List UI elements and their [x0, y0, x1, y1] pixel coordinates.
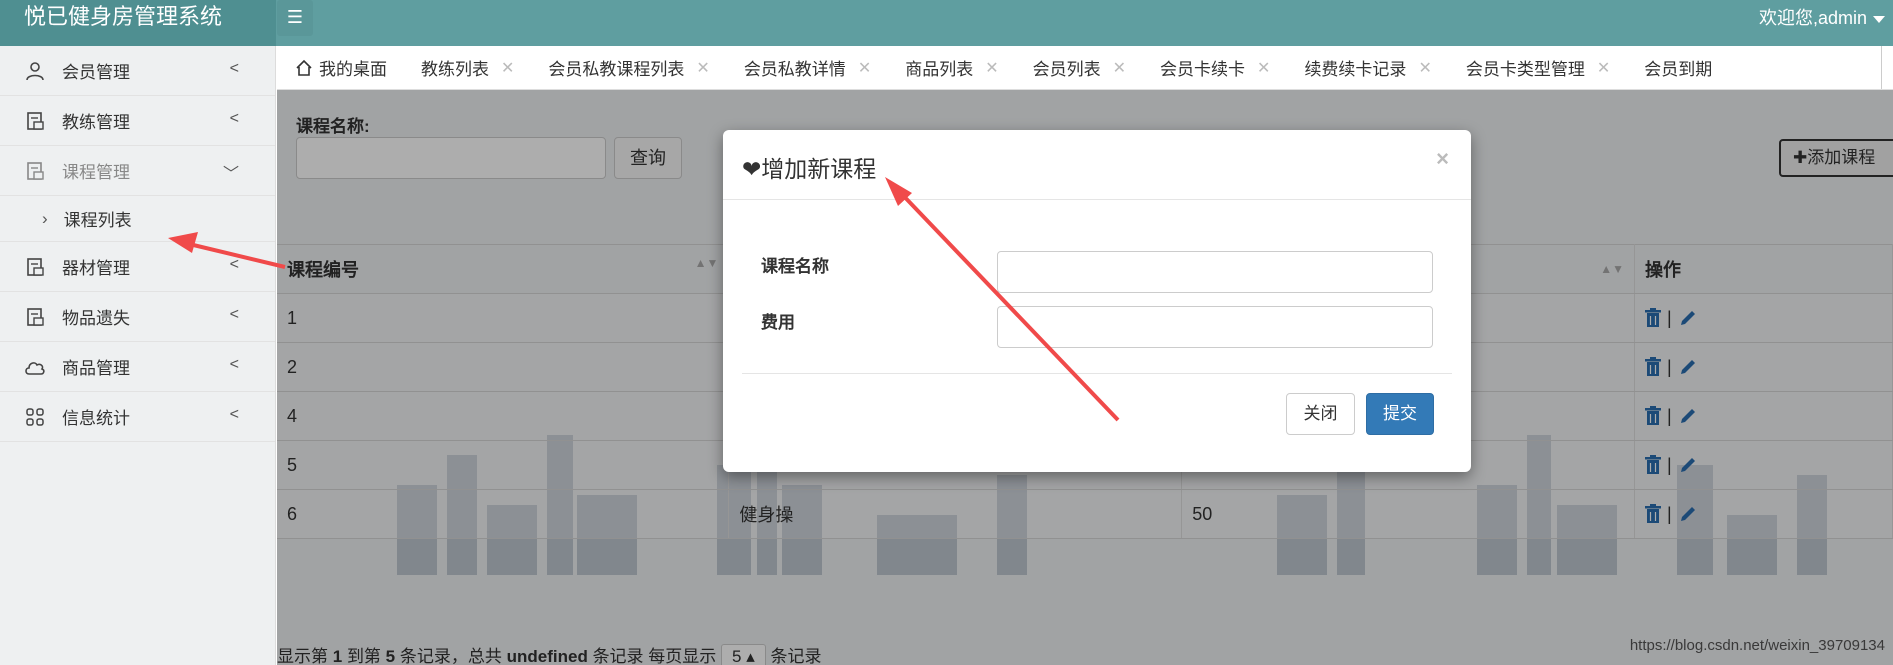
tab-card-types[interactable]: 会员卡类型管理 ✕ — [1448, 46, 1626, 89]
chevron-left-icon: < — [229, 256, 239, 273]
dialog-title: ❤增加新课程 — [742, 150, 876, 184]
chevron-down-icon: ﹀ — [222, 166, 239, 183]
tab-label: 续费续卡记录 — [1304, 60, 1407, 79]
tab-label: 会员到期 — [1644, 60, 1713, 79]
sidebar-item-products[interactable]: 商品管理 < — [0, 342, 275, 392]
close-icon[interactable]: ✕ — [1597, 58, 1610, 78]
cloud-icon — [24, 356, 46, 378]
tab-member-private-courses[interactable]: 会员私教课程列表 ✕ — [530, 46, 725, 89]
tab-card-renewal[interactable]: 会员卡续卡 ✕ — [1142, 46, 1286, 89]
sidebar-item-lost-items[interactable]: 物品遗失 < — [0, 292, 275, 342]
welcome-text: 欢迎您,admin — [1758, 8, 1867, 28]
sidebar-item-equipment[interactable]: 器材管理 < — [0, 242, 275, 292]
tab-label: 会员私教详情 — [743, 60, 846, 79]
dialog-title-text: 增加新课程 — [761, 156, 877, 182]
tab-label: 会员卡续卡 — [1160, 60, 1246, 79]
course-name-input[interactable] — [997, 251, 1433, 293]
tab-label: 会员私教课程列表 — [548, 60, 685, 79]
tab-label: 会员列表 — [1032, 60, 1101, 79]
document-icon — [24, 160, 46, 182]
dialog-header: ❤增加新课程 × — [723, 130, 1471, 200]
submit-button[interactable]: 提交 — [1366, 393, 1434, 435]
tab-label: 会员卡类型管理 — [1465, 60, 1585, 79]
sidebar-item-members[interactable]: 会员管理 < — [0, 46, 275, 96]
caret-down-icon — [1873, 15, 1885, 23]
sidebar: 会员管理 < 教练管理 < 课程管理 ﹀ › 课程列表 器材管理 < 物品遗失 … — [0, 46, 276, 665]
heart-icon: ❤ — [742, 156, 762, 182]
close-icon[interactable]: ✕ — [1257, 58, 1270, 78]
tab-product-list[interactable]: 商品列表 ✕ — [887, 46, 1014, 89]
close-icon[interactable]: ✕ — [501, 58, 514, 78]
fee-input[interactable] — [997, 306, 1433, 348]
close-button[interactable]: 关闭 — [1286, 393, 1355, 435]
sidebar-item-label: 信息统计 — [62, 409, 130, 428]
app-title: 悦已健身房管理系统 — [0, 0, 276, 46]
sidebar-item-statistics[interactable]: 信息统计 < — [0, 392, 275, 442]
sidebar-item-label: 器材管理 — [62, 259, 130, 278]
close-icon[interactable]: × — [1436, 146, 1449, 172]
grid-icon — [24, 406, 46, 428]
close-icon[interactable]: ✕ — [1418, 58, 1431, 78]
sidebar-subitem-course-list[interactable]: › 课程列表 — [0, 196, 275, 242]
top-bar: 悦已健身房管理系统 ☰ 欢迎您,admin — [0, 0, 1893, 46]
close-icon[interactable]: ✕ — [696, 58, 709, 78]
close-icon[interactable]: ✕ — [858, 58, 871, 78]
add-course-dialog: ❤增加新课程 × 课程名称 费用 关闭 提交 — [723, 130, 1471, 472]
tab-scroll-button[interactable] — [1881, 46, 1893, 89]
chevron-left-icon: < — [229, 110, 239, 127]
document-icon — [24, 110, 46, 132]
sidebar-item-label: 商品管理 — [62, 359, 130, 378]
sidebar-item-coaches[interactable]: 教练管理 < — [0, 96, 275, 146]
sidebar-item-label: 物品遗失 — [62, 309, 130, 328]
course-name-label: 课程名称 — [761, 257, 829, 276]
tab-bar: 我的桌面 教练列表 ✕ 会员私教课程列表 ✕ 会员私教详情 ✕ 商品列表 ✕ 会员列表 ✕… — [277, 46, 1893, 90]
chevron-left-icon: < — [229, 306, 239, 323]
tab-label: 教练列表 — [421, 60, 489, 79]
chevron-right-icon: › — [42, 208, 48, 228]
sidebar-item-label: 会员管理 — [62, 63, 130, 82]
tab-desktop[interactable]: 我的桌面 — [277, 46, 403, 89]
fee-label: 费用 — [761, 313, 795, 332]
user-icon — [24, 60, 46, 82]
document-icon — [24, 256, 46, 278]
tab-member-expiry[interactable]: 会员到期 — [1626, 46, 1728, 89]
tab-label: 我的桌面 — [319, 60, 387, 79]
tab-coach-list[interactable]: 教练列表 ✕ — [403, 46, 530, 89]
sidebar-item-courses[interactable]: 课程管理 ﹀ — [0, 146, 275, 196]
tab-label: 商品列表 — [905, 60, 974, 79]
sidebar-subitem-label: 课程列表 — [63, 211, 132, 230]
chevron-left-icon: < — [229, 406, 239, 423]
tab-member-private-details[interactable]: 会员私教详情 ✕ — [726, 46, 887, 89]
document-icon — [24, 306, 46, 328]
user-menu[interactable]: 欢迎您,admin — [1759, 4, 1885, 30]
tab-renewal-records[interactable]: 续费续卡记录 ✕ — [1286, 46, 1447, 89]
sidebar-item-label: 教练管理 — [62, 113, 130, 132]
chevron-left-icon: < — [229, 356, 239, 373]
close-icon[interactable]: ✕ — [1113, 58, 1126, 78]
chevron-left-icon: < — [229, 60, 239, 77]
home-icon — [296, 59, 312, 76]
sidebar-item-label: 课程管理 — [62, 163, 130, 182]
list-icon[interactable]: ☰ — [277, 0, 313, 36]
close-icon[interactable]: ✕ — [985, 58, 998, 78]
divider — [742, 373, 1452, 374]
tab-member-list[interactable]: 会员列表 ✕ — [1015, 46, 1142, 89]
